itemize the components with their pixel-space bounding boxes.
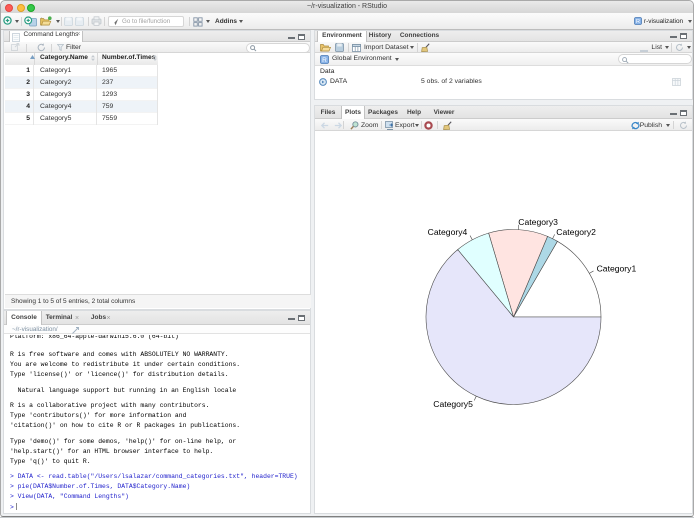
svg-text:Category3: Category3	[518, 217, 558, 227]
svg-text:R: R	[636, 19, 640, 25]
svg-text:R: R	[322, 56, 327, 63]
svg-text:Category5: Category5	[433, 399, 473, 409]
svg-text:Category2: Category2	[556, 227, 596, 237]
svg-text:Category4: Category4	[428, 227, 468, 237]
svg-text:Category1: Category1	[597, 264, 637, 274]
